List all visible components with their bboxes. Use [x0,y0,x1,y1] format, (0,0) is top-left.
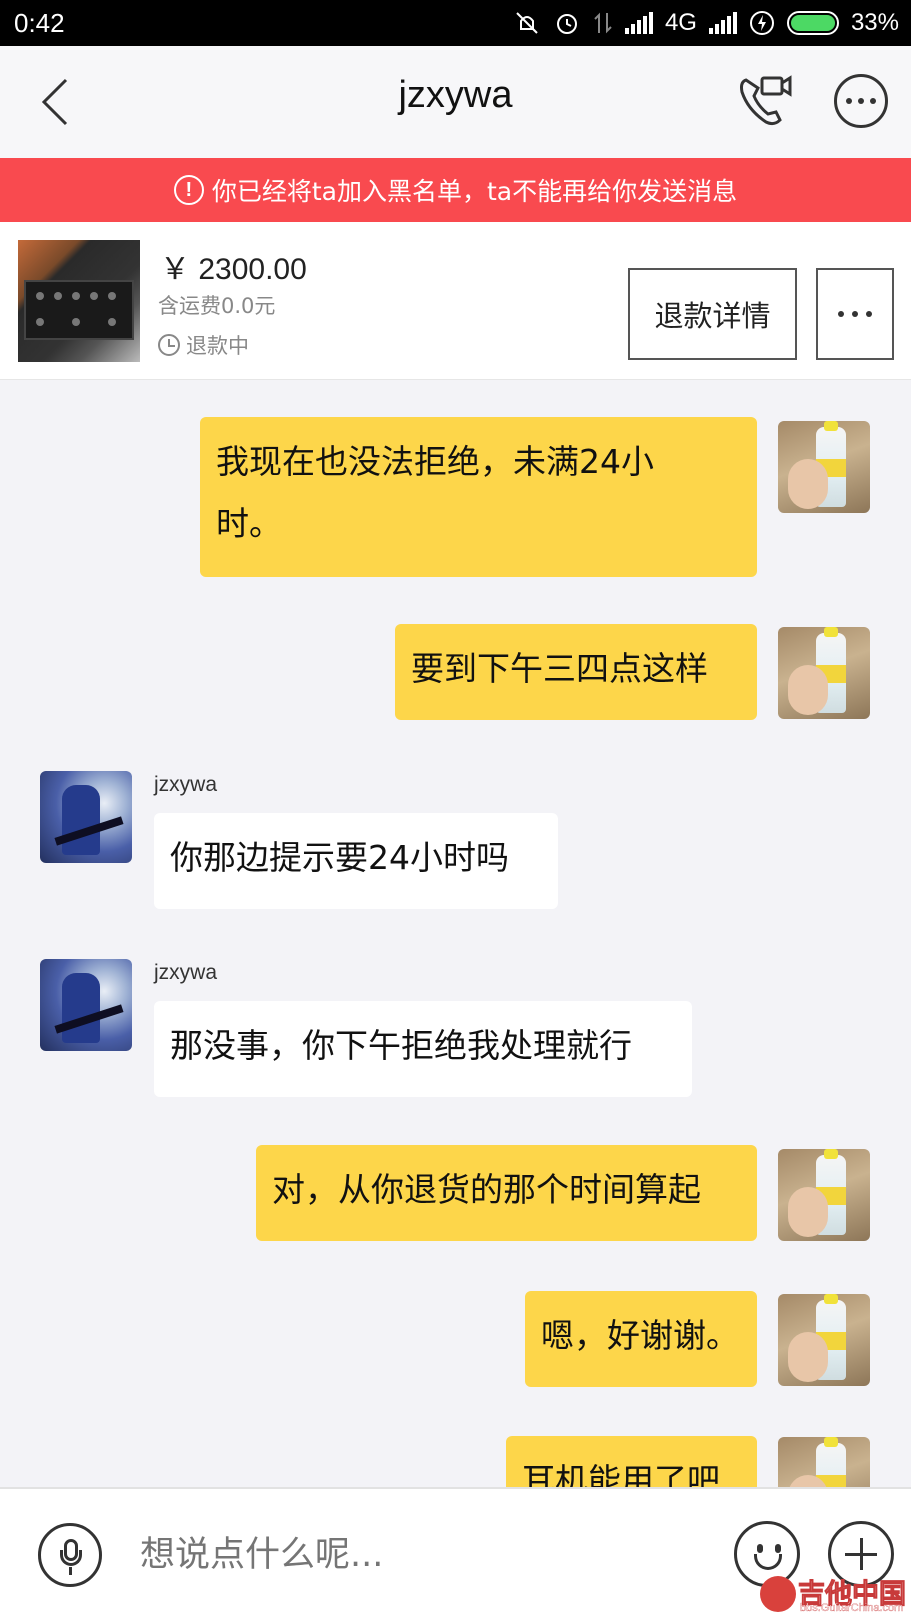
shipping-fee: 含运费0.0元 [158,294,276,318]
alarm-icon [553,9,581,37]
warning-icon: ! [173,175,204,205]
message-bubble-received[interactable]: 你那边提示要24小时吗 [154,813,558,909]
message-list[interactable]: 我现在也没法拒绝，未满24小 时。 要到下午三四点这样 jzxywa 你那边提示… [0,381,911,1487]
status-bar: 0:42 4G 33% [0,0,911,46]
message-bubble-sent[interactable]: 对，从你退货的那个时间算起 [256,1145,757,1241]
contact-avatar[interactable] [40,959,132,1051]
product-price: ￥ 2300.00 [160,253,307,286]
message-text-line: 我现在也没法拒绝，未满24小 [216,442,654,481]
sender-name: jzxywa [154,773,218,796]
watermark: 吉他中国 bbs.GuitarChina.com [760,1572,910,1618]
guitar-logo-icon [760,1576,796,1612]
sender-name: jzxywa [154,961,218,984]
video-call-icon[interactable] [736,72,794,130]
my-avatar[interactable] [778,1149,870,1241]
message-text-line: 时。 [216,504,282,543]
order-card: ￥ 2300.00 含运费0.0元 退款中 退款详情 [0,222,911,380]
status-icons: 4G 33% [513,6,899,40]
my-avatar[interactable] [778,627,870,719]
pedal-image [24,280,134,340]
signal-icon-2 [708,12,737,34]
more-options-icon[interactable] [834,74,888,128]
message-input[interactable] [140,1527,680,1583]
message-bubble-sent[interactable]: 我现在也没法拒绝，未满24小 时。 [200,417,757,577]
mute-vibrate-icon [513,9,541,37]
message-bubble-sent[interactable]: 要到下午三四点这样 [395,624,757,720]
product-thumbnail[interactable] [18,240,140,362]
chat-header: jzxywa [0,46,911,158]
status-time: 0:42 [14,8,65,38]
my-avatar[interactable] [778,421,870,513]
message-bubble-sent[interactable]: 嗯，好谢谢。 [525,1291,757,1387]
my-avatar[interactable] [778,1437,870,1487]
battery-icon [786,11,839,35]
signal-icon [624,12,653,34]
microphone-icon[interactable] [38,1523,102,1587]
watermark-url: bbs.GuitarChina.com [800,1602,904,1614]
contact-avatar[interactable] [40,771,132,863]
blacklist-banner: ! 你已经将ta加入黑名单，ta不能再给你发送消息 [0,158,911,222]
data-transfer-icon [593,9,613,37]
banner-text: 你已经将ta加入黑名单，ta不能再给你发送消息 [211,177,738,206]
network-type: 4G [664,9,697,36]
message-bubble-received[interactable]: 那没事，你下午拒绝我处理就行 [154,1001,692,1097]
message-bubble-sent[interactable]: 耳机能用了吧 [506,1436,757,1487]
refund-details-button[interactable]: 退款详情 [628,268,797,360]
clock-icon [158,334,180,356]
charging-icon [749,10,775,36]
order-status: 退款中 [158,330,249,360]
order-more-button[interactable] [816,268,894,360]
battery-percent: 33% [850,9,899,36]
my-avatar[interactable] [778,1294,870,1386]
order-status-text: 退款中 [186,334,249,358]
